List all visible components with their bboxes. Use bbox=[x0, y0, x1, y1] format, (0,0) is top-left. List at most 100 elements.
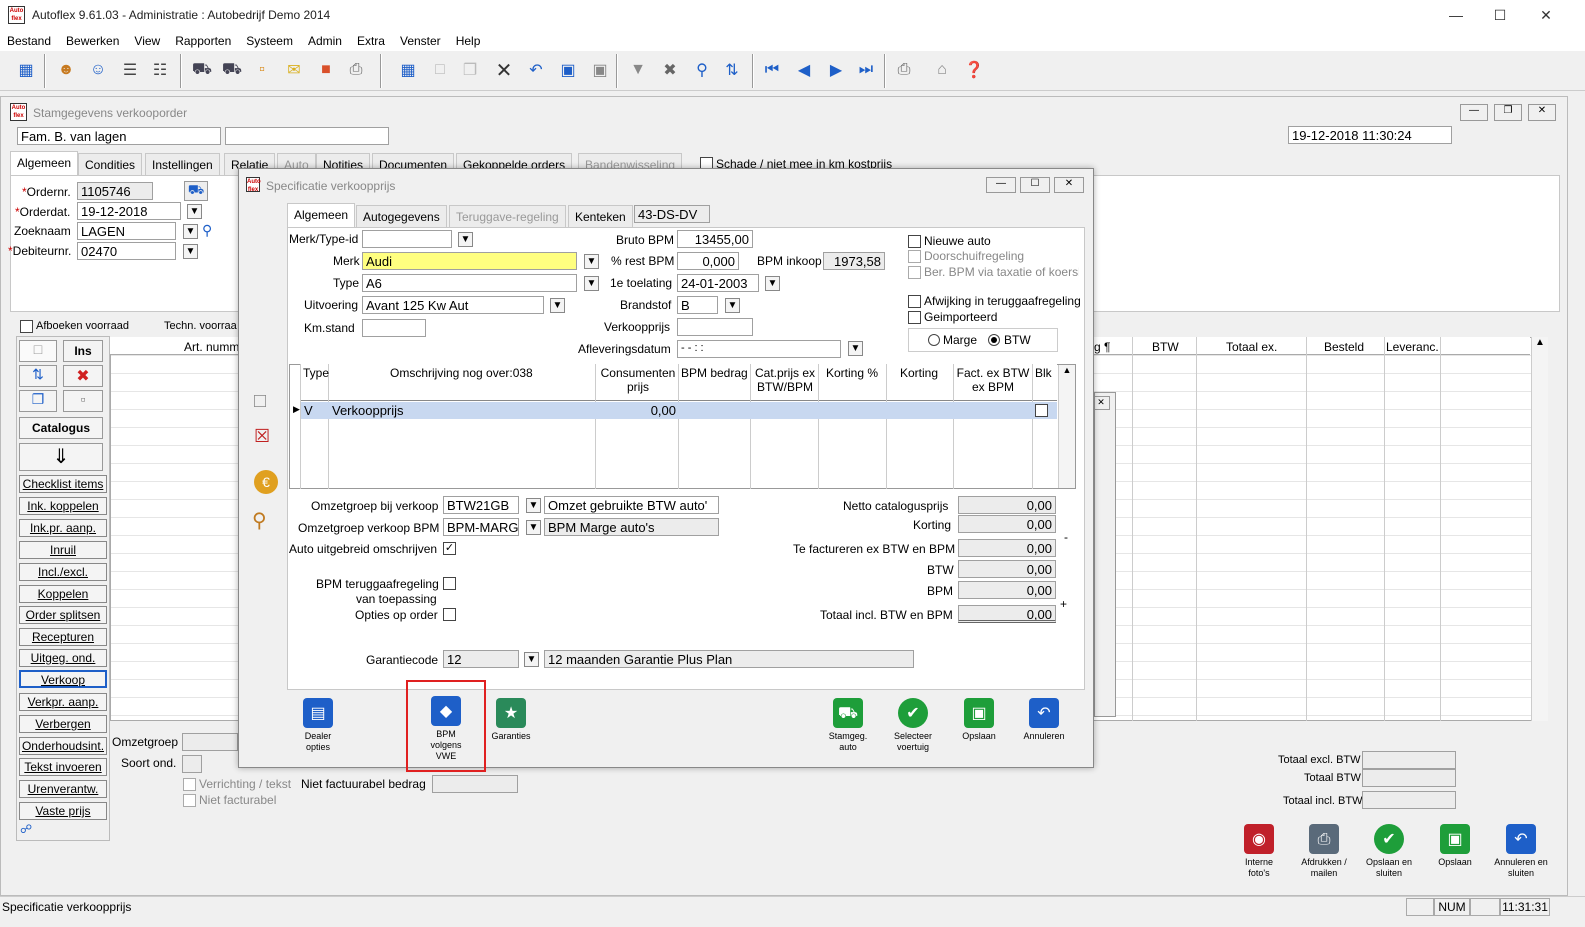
afboeken-checkbox[interactable] bbox=[20, 320, 33, 333]
envelope-icon[interactable]: ✉ bbox=[280, 56, 308, 84]
inruil-button[interactable]: Inruil bbox=[19, 541, 107, 559]
spec-row-selected[interactable] bbox=[301, 402, 1057, 419]
save-icon[interactable]: ▣ bbox=[554, 56, 582, 84]
zoeknaam-dropdown-icon[interactable]: ▼ bbox=[183, 224, 198, 239]
paste-line-icon[interactable]: ▫ bbox=[63, 390, 103, 412]
btw-radio[interactable] bbox=[988, 334, 1000, 346]
opties-checkbox[interactable] bbox=[443, 608, 456, 621]
type-field[interactable]: A6 bbox=[362, 274, 577, 292]
sort-lines-icon[interactable]: ⇅ bbox=[19, 365, 57, 387]
bpm-terug-checkbox[interactable] bbox=[443, 577, 456, 590]
rest-bpm-field[interactable]: 0,000 bbox=[677, 252, 739, 270]
child-close-icon[interactable]: ✕ bbox=[1528, 104, 1556, 121]
debiteurnr-dropdown-icon[interactable]: ▼ bbox=[183, 244, 198, 259]
type-dropdown-icon[interactable]: ▼ bbox=[584, 276, 599, 291]
debiteurnr-field[interactable]: 02470 bbox=[77, 242, 176, 260]
merktype-dropdown-icon[interactable]: ▼ bbox=[458, 232, 473, 247]
uitgeg-ond-button[interactable]: Uitgeg. ond. bbox=[19, 649, 107, 667]
help-icon[interactable]: ❓ bbox=[960, 56, 988, 84]
car-icon[interactable]: ⛟ bbox=[188, 56, 216, 84]
taxatie-checkbox[interactable] bbox=[908, 266, 921, 279]
toelating-field[interactable]: 24-01-2003 bbox=[677, 274, 759, 292]
verkoopprijs-field[interactable] bbox=[677, 318, 753, 336]
delete-icon[interactable]: ✕ bbox=[490, 56, 518, 84]
filter-icon[interactable]: ▼ bbox=[624, 56, 652, 84]
last-record-icon[interactable]: ⏭ bbox=[852, 56, 880, 84]
omzetbpm-dropdown-icon[interactable]: ▼ bbox=[526, 520, 541, 535]
garanties-button[interactable]: ★ Garanties bbox=[488, 698, 534, 742]
annuleren-sluiten-button[interactable]: ↶ Annuleren en sluiten bbox=[1494, 824, 1548, 879]
delete-document-icon[interactable]: ☒ bbox=[254, 426, 278, 452]
nieuwe-auto-checkbox[interactable] bbox=[908, 235, 921, 248]
child-minimize-icon[interactable]: — bbox=[1460, 104, 1488, 121]
menu-rapporten[interactable]: Rapporten bbox=[168, 31, 239, 48]
sort-icon[interactable]: ⇅ bbox=[718, 56, 746, 84]
marge-radio[interactable] bbox=[928, 334, 940, 346]
prev-record-icon[interactable]: ◀ bbox=[790, 56, 818, 84]
users-icon[interactable]: ☻ bbox=[52, 56, 80, 84]
save-all-icon[interactable]: ▣ bbox=[586, 56, 614, 84]
inkpr-aanp-button[interactable]: Ink.pr. aanp. bbox=[19, 519, 107, 537]
toelating-dropdown-icon[interactable]: ▼ bbox=[765, 276, 780, 291]
printer-icon[interactable]: ⎙ bbox=[342, 56, 370, 84]
aflever-dropdown-icon[interactable]: ▼ bbox=[848, 341, 863, 356]
close-icon[interactable]: ✕ bbox=[1523, 2, 1569, 28]
dlg-opslaan-button[interactable]: ▣ Opslaan bbox=[958, 698, 1000, 742]
dlg-tab-kenteken[interactable]: Kenteken bbox=[568, 205, 633, 227]
clipboard-icon[interactable]: ▫ bbox=[248, 56, 276, 84]
print-icon[interactable]: ⎙ bbox=[890, 56, 918, 84]
tab-instellingen[interactable]: Instellingen bbox=[145, 153, 220, 175]
copy-doc-icon[interactable]: ❐ bbox=[456, 56, 484, 84]
dialog-close-icon[interactable]: ✕ bbox=[1054, 177, 1084, 193]
kmstand-field[interactable] bbox=[362, 319, 426, 337]
expand-down-icon[interactable]: ⇓ bbox=[19, 443, 103, 471]
verbergen-button[interactable]: Verbergen bbox=[19, 715, 107, 733]
garantie-code-field[interactable]: 12 bbox=[443, 650, 519, 668]
afdrukken-mailen-button[interactable]: ⎙ Afdrukken / mailen bbox=[1298, 824, 1350, 879]
spec-grid-scrollbar[interactable]: ▲ bbox=[1058, 365, 1075, 488]
dlg-annuleren-button[interactable]: ↶ Annuleren bbox=[1020, 698, 1068, 742]
soort-ond-field[interactable] bbox=[182, 755, 202, 773]
dlg-tab-teruggave[interactable]: Teruggave-regeling bbox=[449, 205, 566, 227]
dialog-minimize-icon[interactable]: — bbox=[986, 177, 1016, 193]
omzetbpm-code-field[interactable]: BPM-MARGE bbox=[443, 518, 519, 536]
truck-icon[interactable]: ⛟ bbox=[218, 56, 246, 84]
customer-name-field[interactable]: Fam. B. van lagen bbox=[17, 127, 221, 145]
search-document-icon[interactable]: ⚲ bbox=[252, 508, 280, 536]
menu-admin[interactable]: Admin bbox=[301, 31, 350, 48]
tab-algemeen[interactable]: Algemeen bbox=[10, 151, 79, 175]
afwijking-checkbox[interactable] bbox=[908, 295, 921, 308]
child-restore-icon[interactable]: ❐ bbox=[1494, 104, 1522, 121]
menu-systeem[interactable]: Systeem bbox=[239, 31, 301, 48]
menu-bewerken[interactable]: Bewerken bbox=[59, 31, 127, 48]
customer-extra-field[interactable] bbox=[225, 127, 389, 145]
omzet-code-field[interactable]: BTW21GB bbox=[443, 496, 519, 514]
aflever-field[interactable]: - - : : bbox=[677, 340, 841, 358]
brandstof-field[interactable]: B bbox=[677, 296, 718, 314]
menu-venster[interactable]: Venster bbox=[393, 31, 449, 48]
next-record-icon[interactable]: ▶ bbox=[822, 56, 850, 84]
car-lookup-icon[interactable]: ⛟ bbox=[184, 181, 208, 201]
dealer-opties-button[interactable]: ▤ Dealer opties bbox=[298, 698, 338, 753]
minimize-icon[interactable]: — bbox=[1433, 2, 1479, 28]
opslaan-sluiten-button[interactable]: ✔ Opslaan en sluiten bbox=[1362, 824, 1416, 879]
stack-icon[interactable]: ☰ bbox=[116, 56, 144, 84]
orderdat-field[interactable]: 19-12-2018 bbox=[77, 202, 181, 220]
opslaan-button[interactable]: ▣ Opslaan bbox=[1432, 824, 1478, 868]
orderdat-dropdown-icon[interactable]: ▼ bbox=[187, 204, 202, 219]
clear-filter-icon[interactable]: ✖ bbox=[656, 56, 684, 84]
search-icon[interactable]: ⚲ bbox=[688, 56, 716, 84]
verrichting-checkbox[interactable] bbox=[183, 778, 196, 791]
books-icon[interactable]: ☷ bbox=[146, 56, 174, 84]
tab-condities[interactable]: Condities bbox=[78, 153, 143, 175]
undo-icon[interactable]: ↶ bbox=[522, 56, 550, 84]
koppelen-button[interactable]: Koppelen bbox=[19, 585, 107, 603]
doorschuif-checkbox[interactable] bbox=[908, 250, 921, 263]
brandstof-dropdown-icon[interactable]: ▼ bbox=[725, 298, 740, 313]
folder-icon[interactable]: ■ bbox=[312, 56, 340, 84]
ink-koppelen-button[interactable]: Ink. koppelen bbox=[19, 497, 107, 515]
ins-button[interactable]: Ins bbox=[63, 340, 103, 362]
interne-fotos-button[interactable]: ◉ Interne foto's bbox=[1236, 824, 1282, 879]
verkoop-button[interactable]: Verkoop bbox=[19, 670, 107, 688]
omzet-dropdown-icon[interactable]: ▼ bbox=[526, 498, 541, 513]
